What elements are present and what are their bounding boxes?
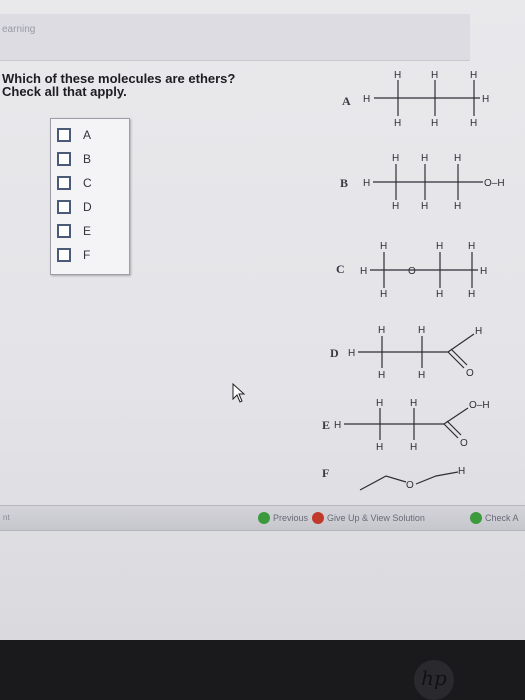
choice-label: D [83,200,92,214]
give-up-label: Give Up & View Solution [327,513,425,523]
atom-h: H [475,326,482,337]
oxygen-atom: O [406,480,414,491]
atom-h: H [468,241,475,252]
molecule-c-letter: C [336,262,345,276]
choice-a[interactable]: A [57,125,127,145]
choice-label: B [83,152,92,166]
molecule-e-structure: H H H H H O–H O [334,398,490,453]
hp-logo-text: hp [421,666,447,690]
oxygen-atom: O [408,266,416,277]
atom-h: H [376,398,383,409]
question-instruction: Check all that apply. [2,84,127,99]
choice-label: F [83,248,91,262]
check-icon [470,512,482,524]
atom-h: H [431,118,438,129]
bottom-toolbar: nt Previous Give Up & View Solution Chec… [0,505,525,531]
top-bar: earning [0,14,470,61]
check-answer-button[interactable]: Check A [470,510,519,526]
molecule-d-structure: H H H H H H O [348,325,482,381]
atom-h: H [392,201,399,212]
choice-e[interactable]: E [57,221,127,241]
atom-h: H [410,442,417,453]
choice-label: C [83,176,92,190]
screen: earning Which of these molecules are eth… [0,0,525,640]
checkbox[interactable] [57,200,71,214]
atom-h: H [363,178,370,189]
checkbox[interactable] [57,152,71,166]
answer-choices: A B C D E F [50,118,130,275]
molecule-d-letter: D [330,346,339,360]
checkbox[interactable] [57,128,71,142]
checkbox[interactable] [57,176,71,190]
atom-h: H [421,153,428,164]
atom-h: H [392,153,399,164]
atom-h: H [380,289,387,300]
atom-h: H [334,420,341,431]
molecule-c-structure: H H H O H H H H H [360,241,487,300]
mouse-cursor-icon [232,383,246,403]
atom-h: H [394,70,401,81]
atom-h: H [454,153,461,164]
atom-h: H [363,94,370,105]
atom-h: H [360,266,367,277]
checkbox[interactable] [57,248,71,262]
atom-h: H [348,348,355,359]
atom-h: H [378,325,385,336]
choice-d[interactable]: D [57,197,127,217]
check-label: Check A [485,513,519,523]
molecule-e-letter: E [322,418,331,432]
atom-h: H [436,241,443,252]
choice-label: A [83,128,92,142]
molecule-a-letter: A [342,94,351,108]
molecule-b-structure: H H H H H H H O–H [363,153,505,212]
hydroxyl-group: O–H [469,400,490,411]
hydroxyl-group: O–H [484,178,505,189]
hp-logo: hp [414,660,454,700]
atom-h: H [482,94,489,105]
checkbox[interactable] [57,224,71,238]
choice-label: E [83,224,92,238]
atom-h: H [418,325,425,336]
atom-h: H [410,398,417,409]
molecule-b-letter: B [340,176,349,190]
atom-h: H [436,289,443,300]
atom-h: H [470,70,477,81]
choice-b[interactable]: B [57,149,127,169]
atom-h: H [421,201,428,212]
question-prompt: Which of these molecules are ethers? Che… [2,72,262,98]
atom-h: H [454,201,461,212]
atom-h: H [380,241,387,252]
molecule-f-letter: F [322,466,330,480]
atom-h: H [470,118,477,129]
molecule-a-structure: H H H H H H H H [363,70,489,129]
app-title: earning [2,24,36,35]
previous-label: Previous [273,513,309,523]
atom-h: H [394,118,401,129]
oxygen-atom: O [460,438,468,449]
atom-h: H [418,370,425,381]
footer-left-text: nt [3,513,10,522]
oxygen-atom: O [466,368,474,379]
give-up-button[interactable]: Give Up & View Solution [312,510,425,526]
atom-h: H [480,266,487,277]
atom-h: H [458,466,465,477]
choice-c[interactable]: C [57,173,127,193]
atom-h: H [376,442,383,453]
choice-f[interactable]: F [57,245,127,265]
atom-h: H [431,70,438,81]
give-up-icon [312,512,324,524]
previous-button[interactable]: Previous [258,510,308,526]
back-arrow-icon [258,512,270,524]
atom-h: H [378,370,385,381]
atom-h: H [468,289,475,300]
molecule-f-structure: O H [359,466,465,491]
